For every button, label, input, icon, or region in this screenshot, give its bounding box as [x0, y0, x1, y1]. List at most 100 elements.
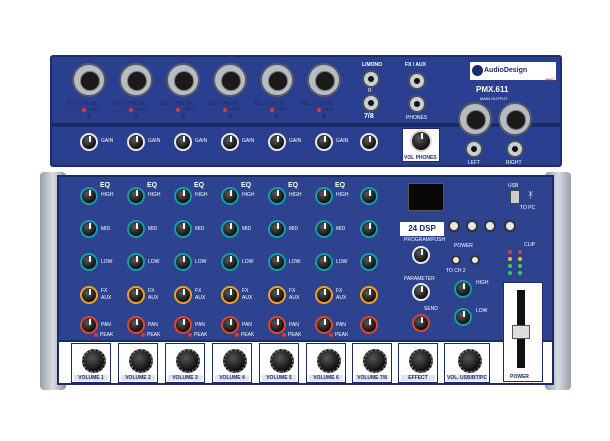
ch78-low-knob[interactable] [360, 253, 378, 271]
eq-low-knob[interactable] [80, 253, 98, 271]
fx-aux-knob[interactable] [174, 286, 192, 304]
gain-knob[interactable] [268, 133, 286, 151]
main-output-label: MAIN OUTPUT [480, 96, 508, 101]
vu-led [508, 257, 512, 261]
eq-low-knob[interactable] [127, 253, 145, 271]
clip-led-right [518, 250, 522, 254]
channel-volume-knob[interactable] [317, 349, 341, 373]
fx-aux-jack[interactable] [408, 72, 426, 90]
pan-knob[interactable] [315, 316, 333, 334]
program-knob[interactable] [412, 246, 430, 264]
vu-led [518, 264, 522, 268]
eq-low-knob[interactable] [268, 253, 286, 271]
eq-mid-knob[interactable] [127, 220, 145, 238]
aux-label: AUX [148, 295, 159, 301]
gain-knob[interactable] [221, 133, 239, 151]
gain-label: GAIN [101, 138, 114, 144]
peak-led [94, 333, 98, 337]
usb-port[interactable] [510, 190, 520, 204]
pan-knob[interactable] [174, 316, 192, 334]
main-fader-cap[interactable] [512, 325, 530, 339]
fx-aux-knob[interactable] [315, 286, 333, 304]
mic-line-input-xlr[interactable] [119, 63, 153, 97]
volume-78-knob[interactable] [363, 349, 387, 373]
vol-phones-knob[interactable] [410, 130, 432, 152]
channel-number: 1 [87, 114, 91, 121]
peak-led [235, 333, 239, 337]
phones-source-switch[interactable] [470, 255, 480, 265]
eq-mid-knob[interactable] [268, 220, 286, 238]
master-low-knob[interactable] [454, 308, 472, 326]
master-high-knob[interactable] [454, 280, 472, 298]
eq-high-knob[interactable] [127, 187, 145, 205]
fx-aux-knob[interactable] [80, 286, 98, 304]
main-output-right-xlr[interactable] [498, 102, 532, 136]
ch78-gain-knob[interactable] [360, 133, 378, 151]
eq-mid-knob[interactable] [221, 220, 239, 238]
eq-low-knob[interactable] [174, 253, 192, 271]
ch78-high-knob[interactable] [360, 187, 378, 205]
eq-mid-knob[interactable] [315, 220, 333, 238]
ch78-fx-knob[interactable] [360, 286, 378, 304]
main-output-left-xlr[interactable] [458, 102, 492, 136]
gain-knob[interactable] [80, 133, 98, 151]
eq-high-knob[interactable] [221, 187, 239, 205]
pan-knob[interactable] [268, 316, 286, 334]
ch78-right-jack[interactable] [362, 94, 380, 112]
fx-aux-knob[interactable] [221, 286, 239, 304]
ch78-pan-knob[interactable] [360, 316, 378, 334]
eq-high-knob[interactable] [315, 187, 333, 205]
channel-volume-knob[interactable] [270, 349, 294, 373]
pan-knob[interactable] [221, 316, 239, 334]
eq-low-knob[interactable] [315, 253, 333, 271]
phones-jack[interactable] [408, 95, 426, 113]
mic-line-input-xlr[interactable] [72, 63, 106, 97]
prev-button[interactable] [448, 220, 460, 232]
vu-led [508, 271, 512, 275]
vu-led [518, 257, 522, 261]
gain-knob[interactable] [174, 133, 192, 151]
next-button[interactable] [484, 220, 496, 232]
mic-line-input-xlr[interactable] [307, 63, 341, 97]
channel-volume-knob[interactable] [223, 349, 247, 373]
mode-button[interactable] [504, 220, 516, 232]
mic-line-input-xlr[interactable] [166, 63, 200, 97]
mic-line-input-xlr[interactable] [260, 63, 294, 97]
parameter-knob[interactable] [412, 283, 430, 301]
channel-volume-knob[interactable] [82, 349, 106, 373]
l-mono-label: L/MONO [362, 62, 382, 68]
effect-send-knob[interactable] [412, 314, 430, 332]
eq-low-knob[interactable] [221, 253, 239, 271]
fx-aux-knob[interactable] [127, 286, 145, 304]
fx-aux-knob[interactable] [268, 286, 286, 304]
eq-mid-knob[interactable] [174, 220, 192, 238]
play-pause-button[interactable] [466, 220, 478, 232]
fx-label: FX [242, 288, 249, 294]
usb-volume-knob[interactable] [458, 349, 482, 373]
channel-number: 6 [322, 114, 326, 121]
channel-volume-knob[interactable] [129, 349, 153, 373]
right-output-jack[interactable] [506, 140, 524, 158]
fx-label: FX [195, 288, 202, 294]
eq-high-knob[interactable] [174, 187, 192, 205]
eq-high-knob[interactable] [268, 187, 286, 205]
ch78-mid-knob[interactable] [360, 220, 378, 238]
gain-label: GAIN [336, 138, 349, 144]
gain-label: GAIN [148, 138, 161, 144]
channel-number: 2 [134, 114, 138, 121]
channel-volume-knob[interactable] [176, 349, 200, 373]
pan-label: PAN [242, 322, 252, 328]
gain-knob[interactable] [315, 133, 333, 151]
pan-knob[interactable] [127, 316, 145, 334]
pan-knob[interactable] [80, 316, 98, 334]
mic-line-input-xlr[interactable] [213, 63, 247, 97]
to-ch2-switch[interactable] [451, 255, 461, 265]
eq-high-knob[interactable] [80, 187, 98, 205]
channel-number: 3 [181, 114, 185, 121]
eq-mid-knob[interactable] [80, 220, 98, 238]
ch78-left-jack[interactable] [362, 70, 380, 88]
gain-knob[interactable] [127, 133, 145, 151]
phantom-label: +48V [182, 107, 194, 113]
left-output-jack[interactable] [465, 140, 483, 158]
effect-volume-knob[interactable] [409, 349, 433, 373]
